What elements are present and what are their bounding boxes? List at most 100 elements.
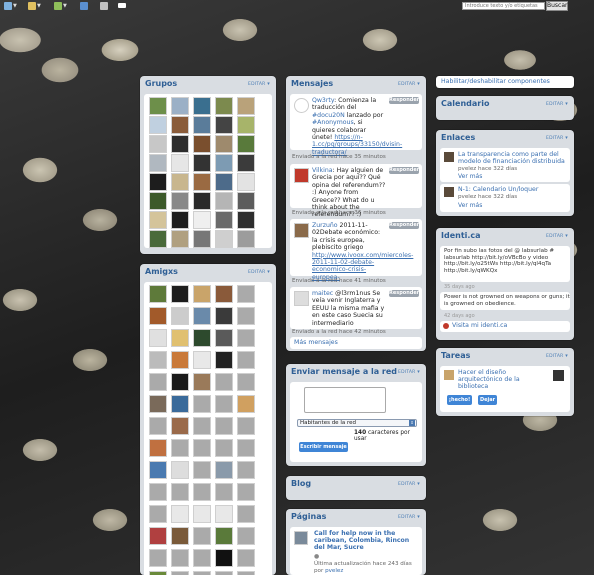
friend-avatar[interactable] (215, 417, 233, 435)
user-avatar[interactable] (294, 98, 309, 113)
pages-edit-link[interactable]: EDITAR (398, 514, 420, 520)
home-icon[interactable] (80, 1, 88, 10)
reply-button[interactable]: Responder (389, 222, 419, 229)
friend-avatar[interactable] (237, 571, 255, 575)
group-thumbnail[interactable] (237, 97, 255, 115)
group-thumbnail[interactable] (171, 135, 189, 153)
friend-avatar[interactable] (237, 307, 255, 325)
friend-avatar[interactable] (237, 549, 255, 567)
friend-avatar[interactable] (193, 307, 211, 325)
friend-avatar[interactable] (149, 417, 167, 435)
friend-avatar[interactable] (193, 549, 211, 567)
task-title[interactable]: Hacer el diseño arquitectónico de la bib… (458, 369, 542, 390)
reply-button[interactable]: Responder (389, 97, 419, 104)
links-edit-link[interactable]: EDITAR (546, 135, 568, 141)
identica-visit-link[interactable]: Visita mi identi.ca (452, 322, 507, 329)
friend-avatar[interactable] (215, 395, 233, 413)
friend-avatar[interactable] (171, 395, 189, 413)
friend-avatar[interactable] (171, 461, 189, 479)
identica-edit-link[interactable]: EDITAR (546, 233, 568, 239)
link-item-title[interactable]: La transparencia como parte del modelo d… (458, 151, 570, 165)
friend-avatar[interactable] (193, 527, 211, 545)
group-thumbnail[interactable] (237, 192, 255, 210)
friend-avatar[interactable] (193, 417, 211, 435)
toggle-components-link[interactable]: Habilitar/deshabilitar componentes (441, 78, 550, 85)
reply-button[interactable]: Responder (389, 167, 419, 174)
friend-avatar[interactable] (237, 439, 255, 457)
friend-avatar[interactable] (193, 505, 211, 523)
friend-avatar[interactable] (237, 483, 255, 501)
group-thumbnail[interactable] (171, 192, 189, 210)
tasks-edit-link[interactable]: EDITAR (546, 353, 568, 359)
group-thumbnail[interactable] (215, 154, 233, 172)
group-thumbnail[interactable] (237, 154, 255, 172)
friend-avatar[interactable] (215, 571, 233, 575)
friend-avatar[interactable] (237, 285, 255, 303)
group-thumbnail[interactable] (215, 211, 233, 229)
link-item-title[interactable]: N-1: Calendario Un/loquer (458, 186, 570, 193)
search-button[interactable]: Buscar (546, 1, 568, 11)
friend-avatar[interactable] (215, 527, 233, 545)
friends-edit-link[interactable]: EDITAR (248, 269, 270, 275)
reply-button[interactable]: Responder (389, 290, 419, 297)
friend-avatar[interactable] (193, 351, 211, 369)
friend-avatar[interactable] (171, 549, 189, 567)
friend-avatar[interactable] (171, 329, 189, 347)
friend-avatar[interactable] (171, 439, 189, 457)
friend-avatar[interactable] (215, 461, 233, 479)
friend-avatar[interactable] (193, 395, 211, 413)
friend-avatar[interactable] (237, 527, 255, 545)
group-thumbnail[interactable] (149, 135, 167, 153)
friend-avatar[interactable] (215, 285, 233, 303)
friend-avatar[interactable] (193, 439, 211, 457)
group-thumbnail[interactable] (215, 116, 233, 134)
friend-avatar[interactable] (149, 439, 167, 457)
group-thumbnail[interactable] (149, 154, 167, 172)
task-assignee-avatar[interactable] (553, 370, 564, 381)
friend-avatar[interactable] (171, 505, 189, 523)
friend-avatar[interactable] (237, 373, 255, 391)
friend-avatar[interactable] (171, 417, 189, 435)
messages-edit-link[interactable]: EDITAR (398, 81, 420, 87)
group-thumbnail[interactable] (149, 173, 167, 191)
search-input[interactable] (462, 2, 545, 10)
group-thumbnail[interactable] (193, 97, 211, 115)
recipient-select[interactable]: Habitantes de la red ⇕ (297, 419, 417, 427)
friend-avatar[interactable] (193, 461, 211, 479)
group-thumbnail[interactable] (193, 192, 211, 210)
group-thumbnail[interactable] (149, 97, 167, 115)
friend-avatar[interactable] (215, 549, 233, 567)
friend-avatar[interactable] (215, 307, 233, 325)
friend-avatar[interactable] (215, 351, 233, 369)
friend-avatar[interactable] (193, 571, 211, 575)
friend-avatar[interactable] (149, 351, 167, 369)
more-messages-link[interactable]: Más mensajes (294, 339, 338, 346)
friend-avatar[interactable] (149, 505, 167, 523)
group-thumbnail[interactable] (193, 116, 211, 134)
friend-avatar[interactable] (149, 285, 167, 303)
blog-edit-link[interactable]: EDITAR (398, 481, 420, 487)
friend-avatar[interactable] (215, 439, 233, 457)
friend-avatar[interactable] (237, 461, 255, 479)
user-avatar[interactable] (294, 291, 309, 306)
settings-icon[interactable] (100, 1, 108, 10)
friend-avatar[interactable] (215, 373, 233, 391)
message-textarea[interactable] (304, 387, 386, 413)
friend-avatar[interactable] (237, 505, 255, 523)
group-thumbnail[interactable] (149, 192, 167, 210)
friend-avatar[interactable] (171, 483, 189, 501)
group-thumbnail[interactable] (193, 173, 211, 191)
friends-menu-icon[interactable]: ▼ (54, 1, 67, 10)
group-thumbnail[interactable] (215, 97, 233, 115)
user-avatar[interactable] (294, 168, 309, 183)
friend-avatar[interactable] (237, 417, 255, 435)
group-thumbnail[interactable] (171, 116, 189, 134)
group-thumbnail[interactable] (193, 135, 211, 153)
group-thumbnail[interactable] (215, 135, 233, 153)
friend-avatar[interactable] (149, 395, 167, 413)
group-thumbnail[interactable] (171, 97, 189, 115)
friend-avatar[interactable] (215, 329, 233, 347)
task-leave-button[interactable]: Dejar (478, 395, 497, 405)
friend-avatar[interactable] (171, 285, 189, 303)
group-thumbnail[interactable] (193, 211, 211, 229)
